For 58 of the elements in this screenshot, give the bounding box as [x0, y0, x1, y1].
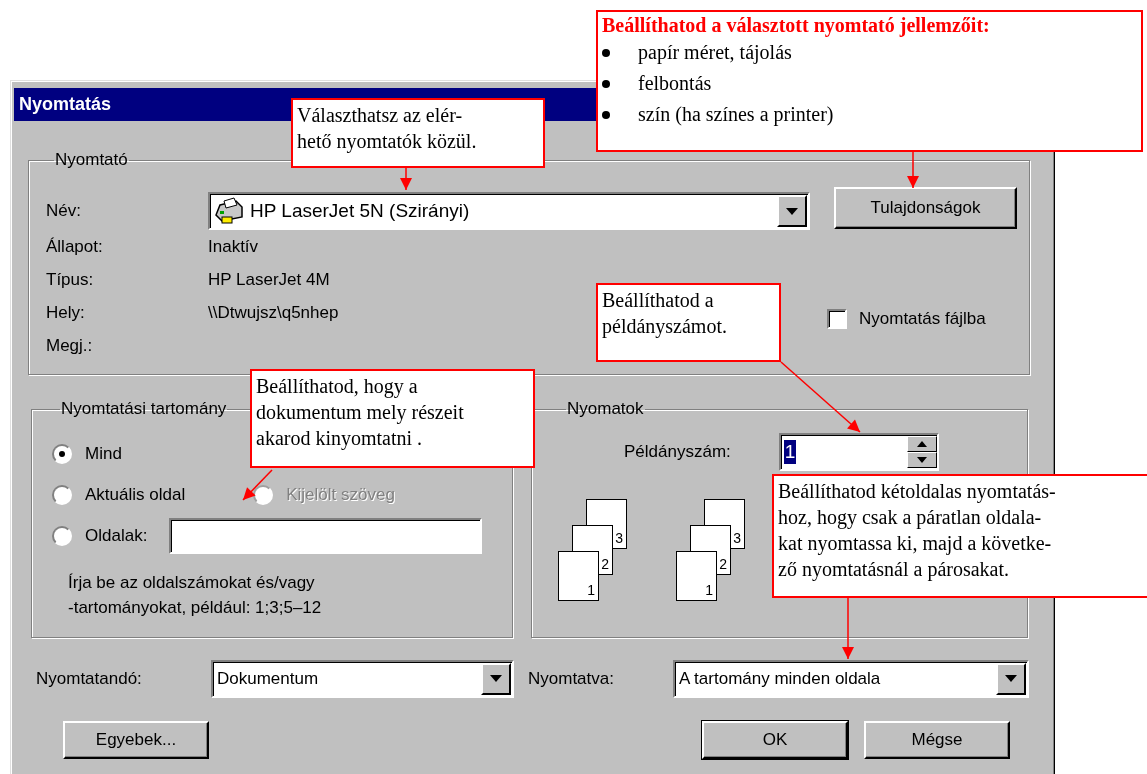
caret-icon — [916, 441, 927, 447]
print-to-file-checkbox[interactable]: Nyomtatás fájlba — [827, 308, 986, 329]
callout-text: papír méret, tájolás — [638, 41, 792, 64]
radio-button[interactable] — [52, 525, 72, 546]
group-label: Nyomtató — [54, 150, 129, 170]
caret-icon — [490, 675, 502, 682]
dropdown-button[interactable] — [996, 662, 1026, 695]
field-label: Hely: — [46, 302, 85, 324]
bullet-icon — [602, 79, 610, 88]
group-label: Nyomtatási tartomány — [60, 399, 228, 419]
page-sheet: 1 — [676, 551, 717, 601]
caret-icon — [786, 207, 798, 215]
radio-button[interactable] — [52, 443, 72, 464]
field-value: Inaktív — [208, 236, 259, 258]
field-label: Példányszám: — [624, 442, 731, 462]
callout-text: Beállíthatod, hogy a dokumentum mely részeit akarod kinyomtatni . — [256, 374, 465, 451]
field-label: Nyomtatandó: — [36, 668, 143, 689]
caret-icon — [916, 457, 927, 463]
printer-icon — [214, 197, 246, 225]
printer-dropdown[interactable]: HP LaserJet 5N (Szirányi) — [208, 192, 810, 230]
pages-input[interactable] — [169, 517, 483, 554]
cancel-button[interactable]: Mégse — [864, 721, 1010, 759]
properties-button[interactable]: Tulajdonságok — [834, 187, 1017, 229]
field-label: Állapot: — [46, 236, 103, 258]
print-what-dropdown[interactable]: Dokumentum — [211, 659, 514, 698]
field-label: Típus: — [46, 269, 94, 291]
radio-option[interactable]: Oldalak: — [52, 525, 148, 546]
field-value: HP LaserJet 4M — [208, 269, 330, 291]
callout-text: szín (ha színes a printer) — [638, 103, 834, 126]
group-label: Nyomatok — [566, 399, 645, 419]
callout-title: Beállíthatod a választott nyomtató jellemzőit: — [602, 14, 991, 37]
print-mode-dropdown[interactable]: A tartomány minden oldala — [673, 659, 1029, 698]
callout-text: Választhatsz az elér- hető nyomtatók közül. — [297, 103, 478, 154]
field-value: \\Dtwujsz\q5nhep — [208, 302, 339, 324]
field-label: Megj.: — [46, 335, 93, 357]
field-label: Nyomtatva: — [528, 668, 615, 689]
dropdown-button[interactable] — [777, 195, 807, 227]
spin-up-button[interactable] — [906, 436, 937, 452]
arrow — [242, 469, 273, 501]
radio-option[interactable]: Mind — [52, 443, 122, 464]
bullet-icon — [602, 48, 610, 57]
callout-text: felbontás — [638, 72, 712, 95]
spin-down-button[interactable] — [906, 452, 937, 468]
radio-button[interactable] — [52, 484, 72, 505]
copies-spinbox[interactable]: 1 — [778, 433, 939, 471]
bullet-icon — [602, 110, 610, 119]
hint-text: Írja be az oldalszámokat és/vagy -tartományokat, például: 1;3;5–12 — [68, 572, 323, 619]
callout-text: Beállíthatod kétoldalas nyomtatás- hoz, hogy csak a páratlan oldala- kat nyomtassa ki, majd a követke- ző nyomtatásnál a párosakat. — [778, 479, 1057, 582]
more-button[interactable]: Egyebek... — [63, 721, 209, 759]
page-sheet: 1 — [558, 551, 599, 601]
callout-text: Beállíthatod a példányszámot. — [602, 288, 728, 339]
dropdown-button[interactable] — [481, 662, 511, 695]
ok-button[interactable]: OK — [702, 721, 848, 759]
radio-option[interactable]: Aktuális oldal — [52, 484, 186, 505]
field-label: Név: — [46, 201, 81, 221]
window-title: Nyomtatás — [19, 94, 112, 115]
checkbox[interactable] — [827, 308, 847, 329]
caret-icon — [1005, 675, 1017, 682]
